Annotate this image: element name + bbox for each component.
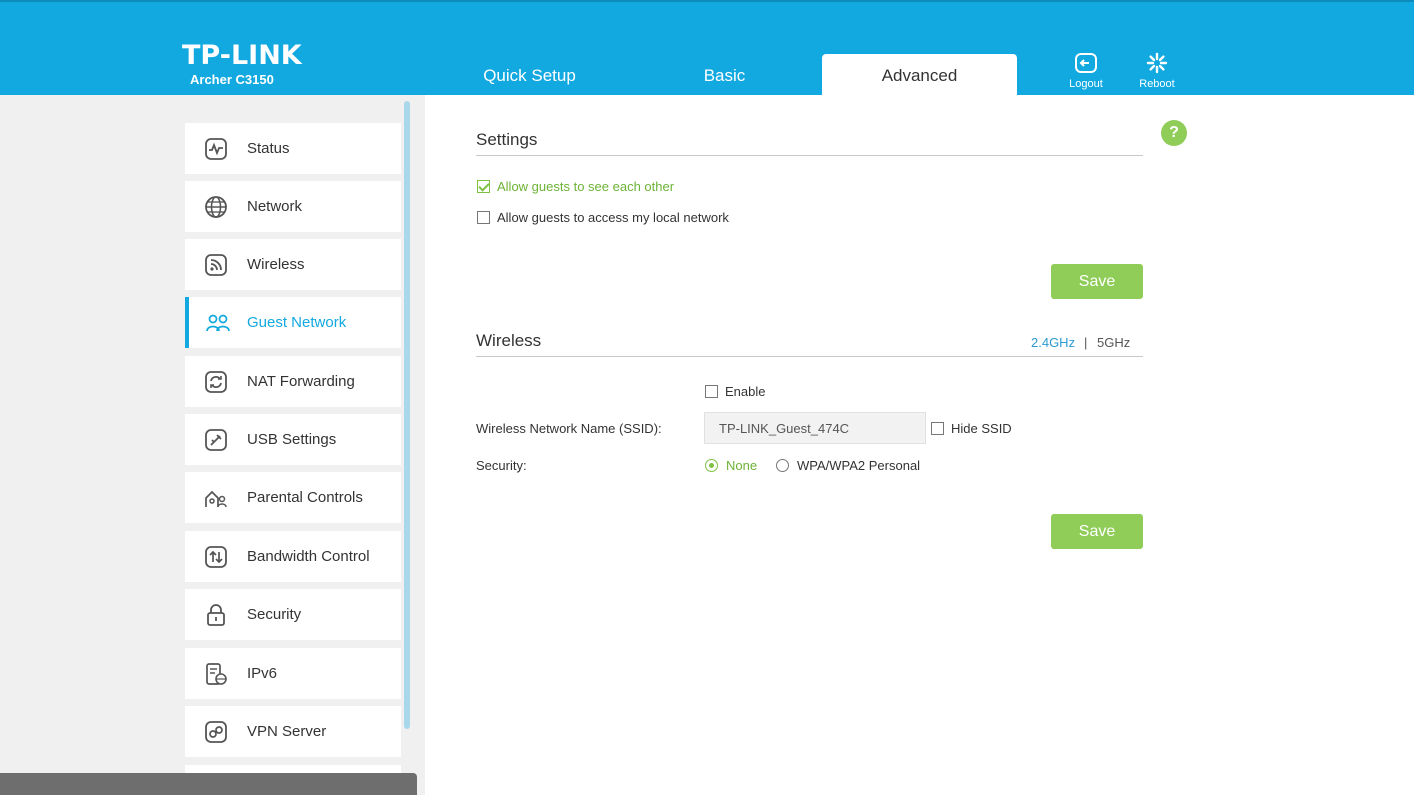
sidebar-item-guest-network[interactable]: Guest Network bbox=[185, 297, 401, 348]
vpn-icon bbox=[185, 720, 247, 744]
ssid-label: Wireless Network Name (SSID): bbox=[476, 421, 662, 436]
checkbox-label: Allow guests to see each other bbox=[497, 179, 675, 194]
sidebar-item-label: Network bbox=[247, 198, 303, 215]
nat-forwarding-icon bbox=[185, 370, 247, 394]
tab-quick-setup[interactable]: Quick Setup bbox=[432, 54, 627, 97]
divider bbox=[476, 155, 1143, 156]
reboot-button[interactable]: Reboot bbox=[1129, 52, 1185, 90]
divider bbox=[476, 356, 1143, 357]
tab-advanced[interactable]: Advanced bbox=[822, 54, 1017, 97]
help-button[interactable]: ? bbox=[1161, 120, 1187, 146]
allow-guests-local-network-checkbox[interactable]: Allow guests to access my local network bbox=[477, 210, 729, 225]
band-2-4ghz-link[interactable]: 2.4GHz bbox=[1031, 335, 1075, 350]
guest-network-icon bbox=[189, 312, 247, 334]
tab-basic[interactable]: Basic bbox=[627, 54, 822, 97]
brand-logo: TP-LINK bbox=[182, 40, 302, 71]
sidebar-item-label: Status bbox=[247, 140, 290, 157]
radio-circle bbox=[776, 459, 789, 472]
lock-icon bbox=[185, 603, 247, 627]
radio-circle bbox=[705, 459, 718, 472]
model-name: Archer C3150 bbox=[190, 72, 274, 87]
security-wpa-radio[interactable]: WPA/WPA2 Personal bbox=[776, 458, 920, 473]
sidebar-item-label: IPv6 bbox=[247, 665, 278, 682]
band-5ghz-link[interactable]: 5GHz bbox=[1097, 335, 1130, 350]
sidebar-item-nat-forwarding[interactable]: NAT Forwarding bbox=[185, 356, 401, 407]
band-separator: | bbox=[1084, 335, 1088, 350]
security-label: Security: bbox=[476, 458, 527, 473]
settings-section-title: Settings bbox=[476, 130, 538, 149]
ssid-input[interactable]: TP-LINK_Guest_474C bbox=[704, 412, 926, 444]
sidebar-item-label: Bandwidth Control bbox=[247, 548, 370, 565]
checkbox-box bbox=[931, 422, 944, 435]
sidebar-item-label: VPN Server bbox=[247, 723, 327, 740]
checkbox-label: Enable bbox=[725, 384, 766, 399]
status-icon bbox=[185, 137, 247, 161]
allow-guests-see-each-other-checkbox[interactable]: Allow guests to see each other bbox=[477, 179, 674, 194]
top-header: TP-LINK Archer C3150 Quick Setup Basic A… bbox=[0, 0, 1414, 97]
ipv6-icon bbox=[185, 662, 247, 686]
reboot-label: Reboot bbox=[1139, 78, 1175, 90]
checkbox-label: Hide SSID bbox=[951, 421, 1012, 436]
checkbox-box bbox=[477, 180, 490, 193]
sidebar-item-label: USB Settings bbox=[247, 431, 337, 448]
logout-button[interactable]: Logout bbox=[1058, 52, 1114, 90]
checkbox-box bbox=[477, 211, 490, 224]
logout-icon bbox=[1075, 53, 1097, 73]
sidebar-item-partial bbox=[185, 765, 401, 773]
sidebar-item-ipv6[interactable]: IPv6 bbox=[185, 648, 401, 699]
bandwidth-icon bbox=[185, 545, 247, 569]
sidebar-item-wireless[interactable]: Wireless bbox=[185, 239, 401, 290]
wireless-save-button[interactable]: Save bbox=[1051, 514, 1143, 549]
bottom-bar bbox=[0, 773, 417, 795]
security-none-radio[interactable]: None bbox=[705, 458, 757, 473]
globe-icon bbox=[185, 195, 247, 219]
sidebar-item-label: Guest Network bbox=[247, 314, 347, 331]
usb-icon bbox=[185, 428, 247, 452]
sidebar-item-security[interactable]: Security bbox=[185, 589, 401, 640]
sidebar-item-label: NAT Forwarding bbox=[247, 373, 355, 390]
wireless-icon bbox=[185, 253, 247, 277]
sidebar-item-network[interactable]: Network bbox=[185, 181, 401, 232]
sidebar-item-usb-settings[interactable]: USB Settings bbox=[185, 414, 401, 465]
enable-checkbox[interactable]: Enable bbox=[705, 384, 765, 399]
logout-label: Logout bbox=[1069, 78, 1103, 90]
radio-label: None bbox=[726, 458, 758, 473]
wireless-section-title: Wireless bbox=[476, 331, 542, 350]
sidebar-item-vpn-server[interactable]: VPN Server bbox=[185, 706, 401, 757]
sidebar-item-label: Parental Controls bbox=[247, 489, 363, 506]
sidebar-item-status[interactable]: Status bbox=[185, 123, 401, 174]
reboot-icon bbox=[1146, 52, 1168, 74]
hide-ssid-checkbox[interactable]: Hide SSID bbox=[931, 421, 1012, 436]
sidebar-item-label: Wireless bbox=[247, 256, 305, 273]
checkbox-label: Allow guests to access my local network bbox=[497, 210, 729, 225]
sidebar-item-bandwidth-control[interactable]: Bandwidth Control bbox=[185, 531, 401, 582]
sidebar-item-parental-controls[interactable]: Parental Controls bbox=[185, 472, 401, 523]
radio-label: WPA/WPA2 Personal bbox=[797, 458, 921, 473]
sidebar-item-label: Security bbox=[247, 606, 302, 623]
settings-save-button[interactable]: Save bbox=[1051, 264, 1143, 299]
parental-controls-icon bbox=[185, 487, 247, 509]
checkbox-box bbox=[705, 385, 718, 398]
sidebar-scrollbar[interactable] bbox=[404, 101, 410, 729]
